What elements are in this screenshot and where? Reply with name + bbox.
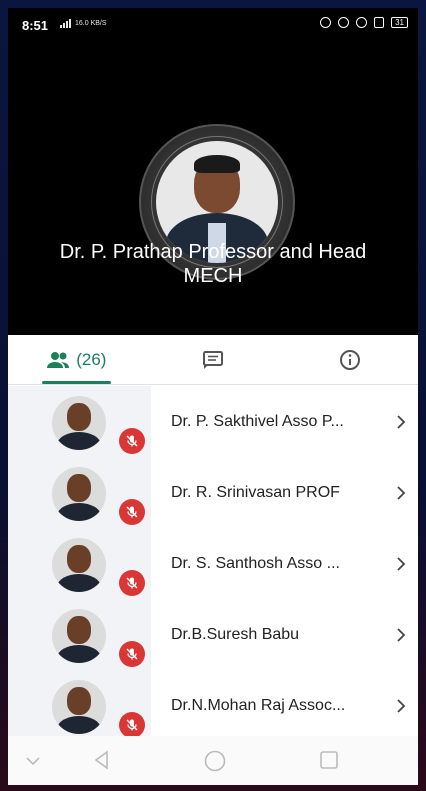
avatar — [52, 609, 106, 663]
mute-status-icon — [320, 17, 332, 28]
participant-row[interactable]: Dr. S. Santhosh Asso ... — [8, 528, 418, 599]
tab-bar: (26) — [8, 335, 418, 385]
chevron-right-icon[interactable] — [396, 457, 406, 528]
net-speed: 16.0 KB/S — [75, 20, 107, 27]
participant-name: Dr. P. Sakthivel Asso P... — [171, 412, 344, 430]
nav-collapse-icon[interactable] — [26, 756, 40, 766]
chevron-right-icon[interactable] — [396, 670, 406, 736]
location-icon — [338, 17, 350, 28]
presenter-title: Dr. P. Prathap Professor and Head — [59, 241, 367, 263]
headset-icon — [374, 17, 385, 28]
nav-recents-icon[interactable] — [320, 751, 338, 769]
chevron-right-icon[interactable] — [396, 528, 406, 599]
phone-screen: 8:51 16.0 KB/S 31 Dr. P. Prathap Profess… — [8, 8, 418, 785]
participant-list: Dr. P. Sakthivel Asso P... Dr. R. Sriniv… — [8, 386, 418, 736]
tab-chat[interactable] — [145, 335, 282, 384]
participant-row[interactable]: Dr.B.Suresh Babu — [8, 599, 418, 670]
mic-off-icon — [119, 499, 145, 525]
info-icon — [339, 349, 360, 370]
system-nav-bar — [8, 736, 418, 785]
participant-name: Dr.N.Mohan Raj Assoc... — [171, 696, 346, 714]
participant-row[interactable]: Dr. R. Srinivasan PROF — [8, 457, 418, 528]
status-bar: 8:51 16.0 KB/S 31 — [8, 8, 418, 42]
participant-name: Dr. S. Santhosh Asso ... — [171, 554, 340, 572]
mic-off-icon — [119, 428, 145, 454]
clock: 8:51 — [22, 18, 49, 33]
mic-off-icon — [119, 712, 145, 736]
battery-icon: 31 — [391, 17, 408, 28]
mic-off-icon — [119, 641, 145, 667]
status-icons: 31 — [320, 17, 408, 28]
video-area[interactable]: 8:51 16.0 KB/S 31 Dr. P. Prathap Profess… — [8, 8, 418, 335]
tab-info[interactable] — [281, 335, 418, 384]
signal-indicator: 16.0 KB/S — [60, 19, 107, 28]
chat-icon — [203, 350, 223, 369]
participant-row[interactable]: Dr.N.Mohan Raj Assoc... — [8, 670, 418, 736]
mic-off-icon — [119, 570, 145, 596]
nav-home-icon[interactable] — [204, 750, 226, 772]
presenter-name: Dr. P. Prathap Professor and Head MECH — [8, 240, 418, 288]
signal-bars-icon — [60, 19, 71, 28]
participant-row[interactable]: Dr. P. Sakthivel Asso P... — [8, 386, 418, 457]
participant-name: Dr. R. Srinivasan PROF — [171, 483, 340, 501]
avatar — [52, 467, 106, 521]
nav-back-icon[interactable] — [92, 750, 112, 770]
chevron-right-icon[interactable] — [396, 599, 406, 670]
participant-count: (26) — [76, 349, 107, 369]
people-icon — [47, 351, 70, 368]
presenter-dept: MECH — [183, 265, 243, 287]
tab-participants[interactable]: (26) — [8, 335, 145, 384]
alarm-icon — [356, 17, 368, 28]
participant-name: Dr.B.Suresh Babu — [171, 625, 300, 643]
chevron-right-icon[interactable] — [396, 386, 406, 457]
avatar — [52, 680, 106, 734]
avatar — [52, 538, 106, 592]
avatar — [52, 396, 106, 450]
